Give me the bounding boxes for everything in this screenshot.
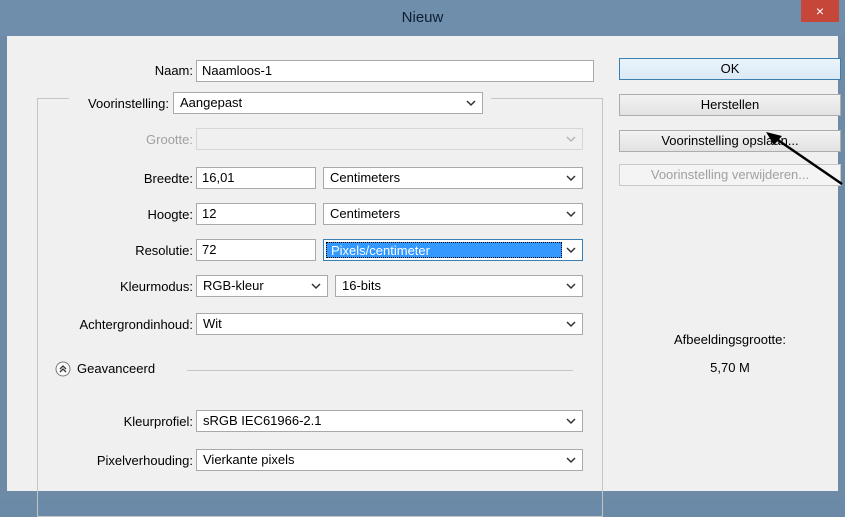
voorinstelling-label: Voorinstelling: — [88, 96, 169, 111]
geavanceerd-label: Geavanceerd — [77, 361, 156, 376]
kleurmodus-select[interactable]: RGB-kleur — [196, 275, 328, 297]
hoogte-unit-value: Centimeters — [330, 206, 401, 221]
breedte-unit-select[interactable]: Centimeters — [323, 167, 583, 189]
chevron-down-icon — [566, 247, 576, 254]
chevron-down-icon — [566, 321, 576, 328]
breedte-label: Breedte: — [143, 171, 193, 186]
afbeeldingsgrootte-label: Afbeeldingsgrootte: — [673, 332, 787, 347]
pixelverhouding-label: Pixelverhouding: — [96, 453, 193, 468]
kleurmodus-label: Kleurmodus: — [120, 279, 193, 294]
kleurprofiel-label: Kleurprofiel: — [123, 414, 193, 429]
bitdepth-select[interactable]: 16-bits — [335, 275, 583, 297]
pixelverhouding-value: Vierkante pixels — [203, 452, 295, 467]
chevron-down-icon — [566, 136, 576, 143]
close-button[interactable]: × — [801, 0, 839, 22]
voorinstelling-select[interactable]: Aangepast — [173, 92, 483, 114]
chevron-down-icon — [566, 418, 576, 425]
naam-input[interactable]: Naamloos-1 — [196, 60, 594, 82]
group-right-top-line — [602, 98, 603, 133]
hoogte-unit-select[interactable]: Centimeters — [323, 203, 583, 225]
kleurprofiel-value: sRGB IEC61966-2.1 — [203, 413, 322, 428]
naam-label: Naam: — [154, 63, 193, 78]
voorinstelling-value: Aangepast — [180, 95, 243, 110]
achtergrond-select[interactable]: Wit — [196, 313, 583, 335]
achtergrond-label: Achtergrondinhoud: — [79, 317, 193, 332]
advanced-separator — [187, 370, 573, 371]
chevron-down-icon — [566, 175, 576, 182]
chevron-down-icon — [566, 457, 576, 464]
achtergrond-value: Wit — [203, 316, 222, 331]
breedte-unit-value: Centimeters — [330, 170, 401, 185]
grootte-label: Grootte: — [146, 132, 193, 147]
window-title: Nieuw — [401, 9, 444, 26]
resolutie-unit-select[interactable]: Pixels/centimeter — [323, 239, 583, 261]
grootte-select — [196, 128, 583, 150]
kleurprofiel-select[interactable]: sRGB IEC61966-2.1 — [196, 410, 583, 432]
chevron-down-icon — [466, 100, 476, 107]
chevron-down-icon — [566, 283, 576, 290]
chevron-down-icon — [566, 211, 576, 218]
hoogte-label: Hoogte: — [147, 207, 193, 222]
title-bar[interactable]: Nieuw × — [0, 0, 845, 36]
resolutie-label: Resolutie: — [135, 243, 193, 258]
herstellen-button[interactable]: Herstellen — [619, 94, 841, 116]
resolutie-unit-value: Pixels/centimeter — [326, 242, 562, 258]
group-top-line-right — [491, 98, 603, 99]
kleurmodus-value: RGB-kleur — [203, 278, 264, 293]
expand-toggle-icon[interactable] — [55, 361, 71, 377]
bitdepth-value: 16-bits — [342, 278, 382, 293]
hoogte-input[interactable]: 12 — [196, 203, 316, 225]
ok-button[interactable]: OK — [619, 58, 841, 80]
afbeeldingsgrootte-value: 5,70 M — [710, 360, 750, 375]
chevron-down-icon — [311, 283, 321, 290]
dialog-window: Nieuw × Naam: Naamloos-1 Voorinstelling:… — [0, 0, 845, 517]
annotation-arrow-icon — [766, 132, 843, 186]
dialog-client: Naam: Naamloos-1 Voorinstelling: Aangepa… — [7, 36, 841, 517]
pixelverhouding-select[interactable]: Vierkante pixels — [196, 449, 583, 471]
resolutie-input[interactable]: 72 — [196, 239, 316, 261]
breedte-input[interactable]: 16,01 — [196, 167, 316, 189]
